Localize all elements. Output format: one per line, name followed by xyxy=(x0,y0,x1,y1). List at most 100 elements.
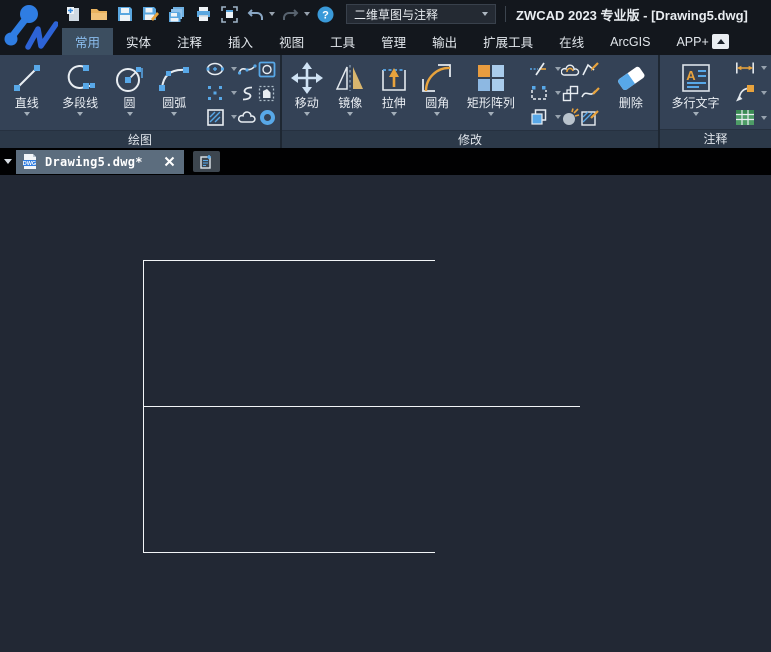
chevron-down-icon[interactable] xyxy=(77,112,84,116)
draw-small-buttons xyxy=(205,58,277,128)
chevron-down-icon xyxy=(4,159,12,164)
plot-preview-icon[interactable] xyxy=(218,3,240,25)
new-tab-icon xyxy=(200,155,211,169)
copy-icon[interactable] xyxy=(529,107,549,127)
tab-home[interactable]: 常用 xyxy=(62,28,114,55)
chevron-down-icon[interactable] xyxy=(303,112,310,116)
collapse-ribbon-icon[interactable] xyxy=(712,34,729,49)
move-icon xyxy=(290,59,323,96)
chevron-down-icon[interactable] xyxy=(126,112,133,116)
arc-button[interactable]: 圆弧 xyxy=(150,56,199,130)
tab-manage[interactable]: 管理 xyxy=(368,28,419,55)
line-button[interactable]: 直线 xyxy=(3,56,51,130)
circle-button[interactable]: 圆 xyxy=(110,56,150,130)
point-icon[interactable] xyxy=(205,83,225,103)
rectangular-array-button[interactable]: 矩形阵列 xyxy=(459,56,523,130)
drawing-line xyxy=(143,260,435,261)
region-icon[interactable] xyxy=(257,83,277,103)
panel-label-draw[interactable]: 绘图 xyxy=(0,130,280,149)
print-icon[interactable] xyxy=(192,3,214,25)
redo-icon[interactable] xyxy=(279,3,301,25)
scale-icon[interactable] xyxy=(529,83,549,103)
new-document-tab-button[interactable] xyxy=(193,151,220,172)
undo-dropdown-icon[interactable] xyxy=(269,12,275,16)
tab-express-tools[interactable]: 扩展工具 xyxy=(470,28,546,55)
zwcad-logo-icon[interactable] xyxy=(2,1,59,55)
annotation-small-buttons xyxy=(735,56,767,129)
close-icon[interactable] xyxy=(164,156,175,167)
erase-button[interactable]: 删除 xyxy=(607,56,655,130)
drawing-canvas[interactable] xyxy=(0,175,771,652)
revision-cloud-icon[interactable] xyxy=(237,107,257,127)
chevron-down-icon[interactable] xyxy=(171,112,178,116)
table-icon[interactable] xyxy=(735,108,755,128)
tab-online[interactable]: 在线 xyxy=(546,28,597,55)
panel-modify: 移动 镜像 拉伸 圆角 矩形阵列 删除 修改 xyxy=(282,55,660,149)
stretch-button[interactable]: 拉伸 xyxy=(372,56,415,130)
chevron-down-icon[interactable] xyxy=(760,115,767,120)
mirror-label: 镜像 xyxy=(338,96,363,110)
ellipse-icon[interactable] xyxy=(205,59,225,79)
explode-icon[interactable] xyxy=(561,107,581,127)
document-tab-label: Drawing5.dwg* xyxy=(45,154,143,169)
tab-insert[interactable]: 插入 xyxy=(215,28,266,55)
tab-view[interactable]: 视图 xyxy=(266,28,317,55)
leader-icon[interactable] xyxy=(735,83,755,103)
fillet-button[interactable]: 圆角 xyxy=(415,56,458,130)
chevron-down-icon[interactable] xyxy=(434,112,441,116)
save-all-icon[interactable] xyxy=(166,3,188,25)
revision-cloud-edit-icon[interactable] xyxy=(561,59,581,79)
mirror-icon xyxy=(334,59,366,96)
drawing-line xyxy=(143,406,580,407)
eraser-icon xyxy=(614,59,648,96)
zwcad-window: ? 二维草图与注释 ZWCAD 2023 专业版 - [Drawing5.dwg… xyxy=(0,0,771,652)
rectangle-icon[interactable] xyxy=(257,59,277,79)
donut-icon[interactable] xyxy=(257,107,277,127)
mirror-button[interactable]: 镜像 xyxy=(328,56,371,130)
dimension-icon[interactable] xyxy=(735,58,755,78)
move-label: 移动 xyxy=(294,96,319,110)
stretch-icon xyxy=(378,59,410,96)
svg-text:A: A xyxy=(686,68,696,83)
spline-icon[interactable] xyxy=(237,59,257,79)
align-icon[interactable] xyxy=(561,83,581,103)
polyline-icon xyxy=(64,59,96,96)
workspace-selector[interactable]: 二维草图与注释 xyxy=(346,4,496,24)
chevron-down-icon[interactable] xyxy=(23,112,30,116)
chevron-down-icon[interactable] xyxy=(692,112,699,116)
help-icon[interactable]: ? xyxy=(314,3,336,25)
edit-polyline-icon[interactable] xyxy=(581,59,601,79)
mtext-button[interactable]: A 多行文字 xyxy=(665,56,727,129)
trim-icon[interactable] xyxy=(529,59,549,79)
redo-dropdown-icon[interactable] xyxy=(304,12,310,16)
chevron-down-icon[interactable] xyxy=(390,112,397,116)
tab-output[interactable]: 输出 xyxy=(419,28,470,55)
undo-icon[interactable] xyxy=(244,3,266,25)
spline-s-icon[interactable] xyxy=(237,83,257,103)
chevron-down-icon[interactable] xyxy=(760,65,767,70)
edit-spline-icon[interactable] xyxy=(581,83,601,103)
open-folder-icon[interactable] xyxy=(88,3,110,25)
doc-tab-overflow-button[interactable] xyxy=(0,148,16,175)
chevron-down-icon[interactable] xyxy=(760,90,767,95)
save-icon[interactable] xyxy=(114,3,136,25)
chevron-down-icon[interactable] xyxy=(347,112,354,116)
document-tab-active[interactable]: DWG Drawing5.dwg* xyxy=(16,149,184,174)
new-file-icon[interactable] xyxy=(62,3,84,25)
erase-label: 删除 xyxy=(618,96,643,110)
move-button[interactable]: 移动 xyxy=(285,56,328,130)
tab-annotate[interactable]: 注释 xyxy=(164,28,215,55)
edit-hatch-icon[interactable] xyxy=(581,107,601,127)
chevron-down-icon[interactable] xyxy=(487,112,494,116)
chevron-down-icon xyxy=(482,12,488,16)
tab-solid[interactable]: 实体 xyxy=(113,28,164,55)
panel-label-annotation[interactable]: 注释 xyxy=(660,129,771,148)
arc-icon xyxy=(158,59,190,96)
hatch-icon[interactable] xyxy=(205,107,225,127)
fillet-label: 圆角 xyxy=(425,96,450,110)
panel-label-modify[interactable]: 修改 xyxy=(282,130,658,149)
tab-arcgis[interactable]: ArcGIS xyxy=(597,28,663,55)
save-as-icon[interactable] xyxy=(140,3,162,25)
tab-tools[interactable]: 工具 xyxy=(317,28,368,55)
polyline-button[interactable]: 多段线 xyxy=(51,56,110,130)
